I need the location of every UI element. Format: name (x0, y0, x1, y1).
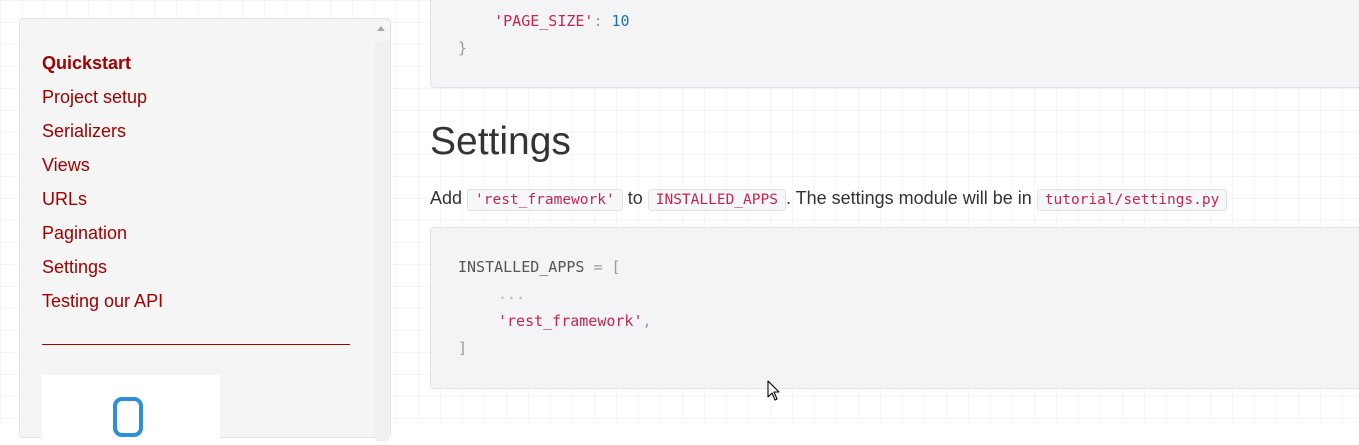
code-line: 'rest_framework', (498, 312, 652, 330)
paragraph-text: . The settings module will be in (785, 188, 1037, 208)
code-line: 'PAGE_SIZE': 10 (458, 12, 630, 30)
section-heading: Settings (430, 120, 571, 163)
code-operator: = (584, 258, 612, 276)
inline-code-rest-framework: 'rest_framework' (467, 189, 623, 211)
code-line: INSTALLED_APPS = [ (458, 258, 621, 276)
code-line-closing-brace: } (458, 39, 468, 57)
mouse-pointer-icon (767, 380, 780, 401)
sidebar-divider (42, 344, 350, 345)
inline-code-installed-apps: INSTALLED_APPS (647, 189, 786, 211)
sidebar-item-urls[interactable]: URLs (42, 189, 87, 209)
inline-code-settings-path: tutorial/settings.py (1036, 189, 1228, 211)
code-identifier: INSTALLED_APPS (458, 258, 585, 276)
paragraph-text: to (622, 188, 648, 208)
sidebar-item-project-setup[interactable]: Project setup (42, 87, 147, 107)
scroll-up-arrow-icon[interactable] (377, 26, 385, 31)
code-block-installed-apps: INSTALLED_APPS = [ ... 'rest_framework',… (430, 227, 1359, 389)
paragraph-text: Add (430, 188, 468, 208)
code-line-closing-bracket: ] (458, 339, 468, 357)
sponsor-logo[interactable] (42, 375, 220, 445)
code-line-ellipsis: ... (498, 285, 526, 303)
code-punctuation: : (593, 12, 603, 30)
code-string: 'rest_framework' (498, 312, 643, 330)
sidebar-nav: Quickstart Project setup Serializers Vie… (42, 52, 163, 324)
code-punctuation: [ (611, 258, 621, 276)
sidebar-scrollbar[interactable] (375, 41, 389, 441)
sidebar-item-pagination[interactable]: Pagination (42, 223, 127, 243)
sidebar-item-testing-our-api[interactable]: Testing our API (42, 291, 163, 311)
sidebar-item-views[interactable]: Views (42, 155, 90, 175)
code-punctuation: , (642, 312, 652, 330)
sidebar-item-settings[interactable]: Settings (42, 257, 107, 277)
sidebar: Quickstart Project setup Serializers Vie… (19, 18, 391, 445)
sidebar-item-serializers[interactable]: Serializers (42, 121, 126, 141)
logo-icon (113, 397, 143, 437)
code-block-pagination: 'PAGE_SIZE': 10 } (430, 0, 1359, 88)
sidebar-item-quickstart[interactable]: Quickstart (42, 53, 131, 73)
code-number: 10 (611, 12, 630, 30)
code-string: 'PAGE_SIZE' (494, 12, 594, 30)
section-paragraph: Add 'rest_framework' to INSTALLED_APPS. … (430, 185, 1228, 213)
